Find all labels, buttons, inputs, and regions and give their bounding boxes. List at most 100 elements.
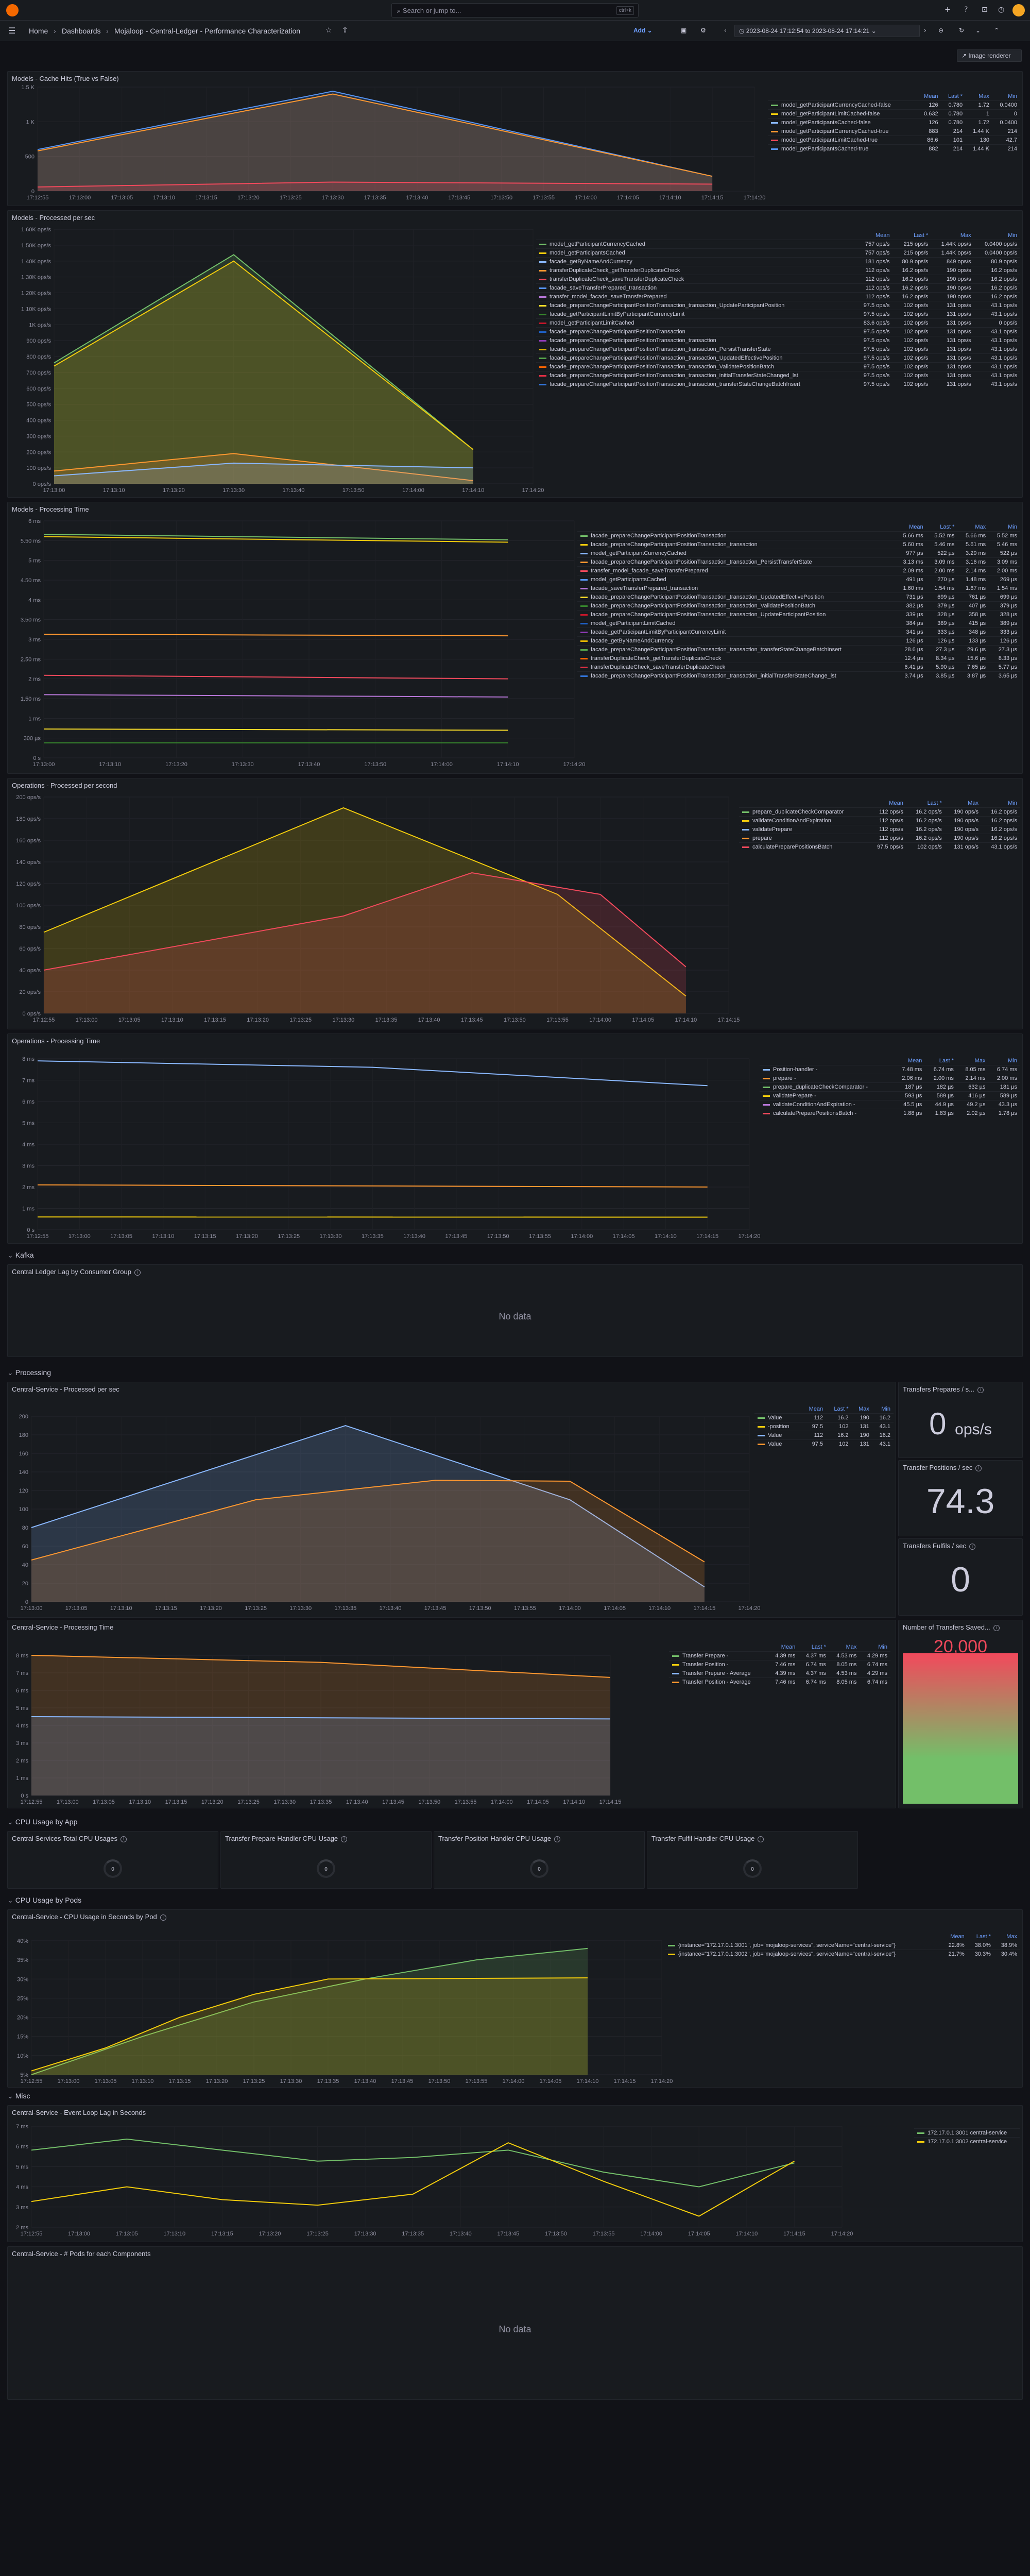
legend-row[interactable]: Value 112 16.2 190 16.2 xyxy=(754,1413,894,1422)
legend-header[interactable]: Mean xyxy=(801,1405,827,1414)
legend-row[interactable]: facade_prepareChangeParticipantPositionT… xyxy=(577,610,1020,619)
cs-processed-chart[interactable]: 0 20 40 60 80 100 120 140 160 180 200 17:13:00 17:13… xyxy=(8,1382,761,1618)
row-cpu-pods[interactable]: ⌄ CPU Usage by Pods xyxy=(7,1896,81,1905)
row-kafka[interactable]: ⌄ Kafka xyxy=(7,1251,34,1260)
legend-row[interactable]: prepare -2.06 ms 2.00 ms 2.14 ms 2.00 ms xyxy=(760,1074,1020,1083)
info-icon[interactable]: i xyxy=(120,1836,127,1842)
legend-header[interactable]: Mean xyxy=(895,523,926,532)
legend-row[interactable]: 172.17.0.1:3002 central-service xyxy=(914,2137,1020,2146)
legend-row[interactable]: transferDuplicateCheck_getTransferDuplic… xyxy=(536,266,1020,275)
legend-header[interactable]: Max xyxy=(957,1057,989,1065)
search-input[interactable]: ⌕ Search or jump to... ctrl+k xyxy=(391,3,639,18)
legend-header[interactable]: Max xyxy=(966,92,992,101)
info-icon[interactable]: i xyxy=(341,1836,348,1842)
legend-header[interactable]: Last * xyxy=(826,1405,851,1414)
legend-row[interactable]: facade_prepareChangeParticipantPositionT… xyxy=(577,557,1020,567)
legend-row[interactable]: transfer_model_facade_saveTransferPrepar… xyxy=(536,292,1020,301)
refresh-interval-chevron-icon[interactable]: ⌄ xyxy=(975,27,981,34)
info-icon[interactable]: i xyxy=(993,1624,1000,1631)
legend-header[interactable]: Last * xyxy=(906,799,945,808)
save-icon[interactable]: ▣ xyxy=(681,27,686,34)
image-renderer-button[interactable]: ↗ Image renderer xyxy=(957,49,1022,62)
legend-header[interactable]: Last * xyxy=(941,92,966,101)
legend-row[interactable]: facade_prepareChangeParticipantPositionT… xyxy=(577,592,1020,602)
legend-header[interactable]: Min xyxy=(872,1405,894,1414)
legend-row[interactable]: facade_getParticipantLimitByParticipantC… xyxy=(536,310,1020,319)
time-range-picker[interactable]: ◷ 2023-08-24 17:12:54 to 2023-08-24 17:1… xyxy=(734,25,920,37)
legend-row[interactable]: Transfer Position -7.46 ms 6.74 ms 8.05 ms… xyxy=(669,1660,890,1669)
breadcrumb-dashboards[interactable]: Dashboards xyxy=(62,27,101,35)
settings-icon[interactable]: ⚙ xyxy=(700,27,706,34)
zoom-out-icon[interactable]: ⊖ xyxy=(938,27,943,34)
refresh-icon[interactable]: ↻ xyxy=(959,27,964,34)
legend-row[interactable]: facade_prepareChangeParticipantPositionT… xyxy=(536,345,1020,354)
info-icon[interactable]: i xyxy=(977,1386,984,1393)
legend-row[interactable]: facade_getByNameAndCurrency 181 ops/s 80.9… xyxy=(536,257,1020,266)
legend-row[interactable]: model_getParticipantLimitCached 83.6 ops/… xyxy=(536,318,1020,328)
info-icon[interactable]: i xyxy=(134,1269,141,1276)
legend-row[interactable]: model_getParticipantCurrencyCached-false… xyxy=(768,100,1020,110)
legend-header[interactable]: Min xyxy=(989,523,1020,532)
legend-row[interactable]: calculatePreparePositionsBatch 97.5 ops/s… xyxy=(739,842,1020,851)
legend-header[interactable]: Min xyxy=(974,231,1020,240)
help-icon[interactable]: ? xyxy=(964,6,968,14)
legend-header[interactable]: Min xyxy=(982,799,1020,808)
legend-header[interactable]: Mean xyxy=(941,1933,968,1941)
add-button[interactable]: Add ⌄ xyxy=(629,25,665,37)
legend-row[interactable]: transferDuplicateCheck_getTransferDuplic… xyxy=(577,654,1020,663)
legend-row[interactable]: facade_prepareChangeParticipantPositionT… xyxy=(536,371,1020,380)
legend-row[interactable]: validatePrepare 112 ops/s 16.2 ops/s 190 op… xyxy=(739,825,1020,834)
legend-header[interactable]: Max xyxy=(852,1405,872,1414)
models-processing-time-chart[interactable]: 0 s 300 µs 1 ms 1.50 ms 2 ms 2.50 ms 3 ms 3.50 … xyxy=(8,502,586,774)
legend-header[interactable]: Min xyxy=(992,92,1020,101)
cache-hits-chart[interactable]: 0 500 1 K 1.5 K 17:12:55 17:13:00 17:13:05 17:1… xyxy=(8,72,770,206)
legend-row[interactable]: model_getParticipantLimitCached 384 µs 389… xyxy=(577,619,1020,628)
legend-header[interactable]: Max xyxy=(957,523,989,532)
legend-row[interactable]: facade_prepareChangeParticipantPositionT… xyxy=(536,353,1020,363)
legend-row[interactable]: model_getParticipantLimitCached-true 86.6… xyxy=(768,135,1020,145)
row-misc[interactable]: ⌄ Misc xyxy=(7,2092,30,2100)
legend-row[interactable]: model_getParticipantCurrencyCached 977 µs… xyxy=(577,549,1020,558)
legend-row[interactable]: facade_prepareChangeParticipantPositionT… xyxy=(577,645,1020,654)
legend-row[interactable]: {instance="172.17.0.1:3002", job="mojalo… xyxy=(665,1950,1020,1958)
info-icon[interactable]: i xyxy=(969,1543,976,1550)
legend-row[interactable]: facade_getByNameAndCurrency 126 µs 126 µs 1… xyxy=(577,636,1020,646)
legend-row[interactable]: Value 97.5 102 131 43.1 xyxy=(754,1439,894,1448)
collapse-icon[interactable]: ⌃ xyxy=(994,27,999,34)
legend-row[interactable]: facade_prepareChangeParticipantPositionT… xyxy=(536,327,1020,336)
legend-row[interactable]: Transfer Prepare - 4.39 ms 4.37 ms 4.53 ms 4… xyxy=(669,1651,890,1660)
legend-header[interactable]: Mean xyxy=(854,231,893,240)
legend-row[interactable]: facade_prepareChangeParticipantPositionT… xyxy=(577,531,1020,540)
legend-row[interactable]: prepare_duplicateCheckComparator - 187 µs… xyxy=(760,1082,1020,1092)
legend-row[interactable]: Transfer Prepare - Average 4.39 ms 4.37 ms… xyxy=(669,1669,890,1678)
cpu-pods-chart[interactable]: 5% 10% 15% 20% 25% 30% 35% 40% 17:12:55 17:13:00 1… xyxy=(8,1910,673,2088)
star-icon[interactable]: ☆ xyxy=(325,26,332,35)
legend-row[interactable]: transfer_model_facade_saveTransferPrepar… xyxy=(577,566,1020,575)
legend-header[interactable]: Last * xyxy=(968,1933,994,1941)
info-icon[interactable]: i xyxy=(758,1836,764,1842)
legend-row[interactable]: {instance="172.17.0.1:3001", job="mojalo… xyxy=(665,1941,1020,1950)
row-cpu-app[interactable]: ⌄ CPU Usage by App xyxy=(7,1818,77,1826)
legend-row[interactable]: facade_prepareChangeParticipantPositionT… xyxy=(577,671,1020,680)
legend-row[interactable]: transferDuplicateCheck_saveTransferDupli… xyxy=(536,275,1020,284)
legend-row[interactable]: facade_getParticipantLimitByParticipantC… xyxy=(577,628,1020,637)
legend-row[interactable]: calculatePreparePositionsBatch -1.88 µs 1… xyxy=(760,1109,1020,1117)
legend-header[interactable]: Max xyxy=(829,1643,860,1652)
legend-header[interactable]: Max xyxy=(931,231,974,240)
legend-row[interactable]: 172.17.0.1:3001 central-service xyxy=(914,2128,1020,2138)
legend-row[interactable]: facade_prepareChangeParticipantPositionT… xyxy=(536,380,1020,388)
breadcrumb-home[interactable]: Home xyxy=(29,27,48,35)
legend-header[interactable]: Max xyxy=(945,799,982,808)
legend-header[interactable]: Mean xyxy=(868,799,906,808)
legend-row[interactable]: model_getParticipantCurrencyCached-true 8… xyxy=(768,127,1020,136)
legend-row[interactable]: model_getParticipantCurrencyCached 757 op… xyxy=(536,240,1020,249)
legend-header[interactable]: Mean xyxy=(894,1057,925,1065)
info-icon[interactable]: i xyxy=(554,1836,561,1842)
legend-row[interactable]: validatePrepare -593 µs 589 µs 416 µs 589 µ… xyxy=(760,1091,1020,1100)
legend-header[interactable]: Mean xyxy=(917,92,941,101)
legend-header[interactable]: Last * xyxy=(925,1057,957,1065)
time-back-icon[interactable]: ‹ xyxy=(724,27,727,34)
legend-row[interactable]: Position-handler -7.48 ms 6.74 ms 8.05 ms 6… xyxy=(760,1065,1020,1074)
legend-row[interactable]: validateConditionAndExpiration 112 ops/s 1… xyxy=(739,816,1020,825)
ops-time-chart[interactable]: 0 s 1 ms 2 ms 3 ms 4 ms 5 ms 6 ms 7 ms 8 ms 17:12… xyxy=(8,1034,760,1244)
